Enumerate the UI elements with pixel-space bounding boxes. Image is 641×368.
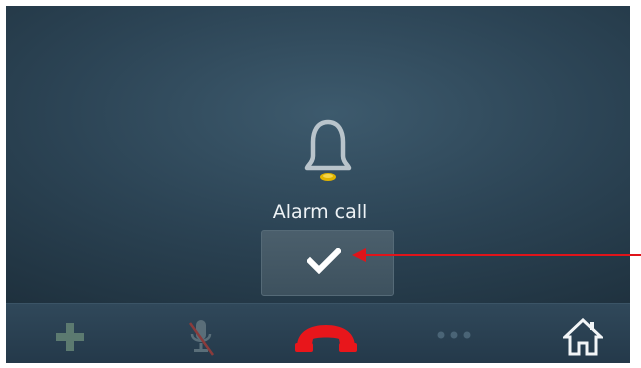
annotation-arrow: [352, 248, 641, 262]
call-toolbar: [6, 303, 630, 363]
call-screen: Alarm call: [6, 6, 630, 363]
more-dots-icon[interactable]: [434, 329, 474, 341]
microphone-muted-icon[interactable]: [186, 317, 216, 357]
bell-icon: [304, 119, 352, 181]
home-icon[interactable]: [563, 318, 603, 356]
plus-icon[interactable]: [54, 321, 86, 353]
phone-hangup-icon[interactable]: [291, 319, 361, 355]
alarm-call-label: Alarm call: [272, 201, 368, 223]
checkmark-icon: [307, 248, 341, 274]
